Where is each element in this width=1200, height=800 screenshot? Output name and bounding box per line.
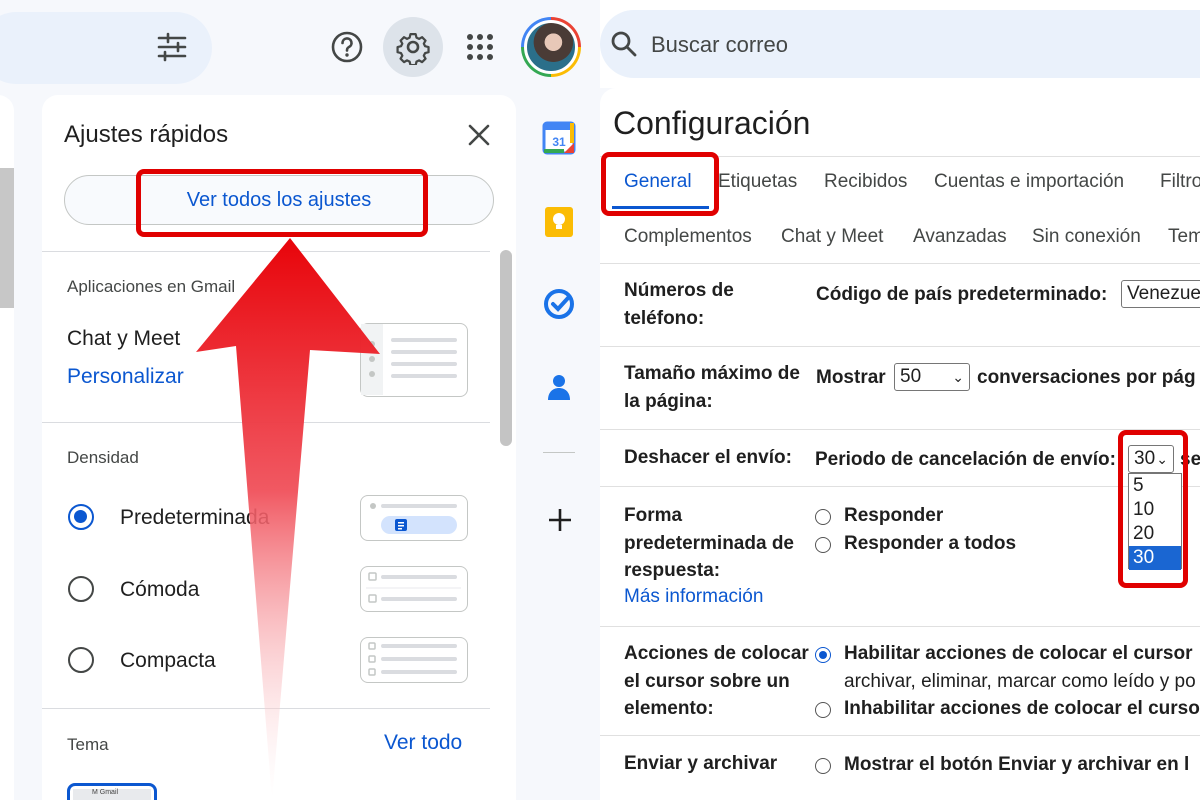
- highlight-box: [601, 152, 719, 216]
- tab-themes[interactable]: Tem: [1168, 226, 1200, 248]
- density-comfortable-label[interactable]: Cómoda: [120, 578, 199, 602]
- close-icon[interactable]: [466, 122, 492, 148]
- reply-label-line1: Forma: [624, 505, 683, 526]
- calendar-day-text: 31: [552, 135, 566, 149]
- rail-divider: [543, 452, 575, 453]
- settings-card: Configuración General Etiquetas Recibido…: [600, 88, 1200, 800]
- hover-enable-radio[interactable]: [815, 647, 831, 663]
- reply-option-label[interactable]: Responder: [844, 505, 943, 527]
- highlight-box: [1118, 430, 1188, 588]
- reply-label-line3: respuesta:: [624, 560, 721, 581]
- divider: [600, 486, 1200, 487]
- tab-labels[interactable]: Etiquetas: [718, 171, 797, 193]
- quick-settings-title: Ajustes rápidos: [64, 121, 229, 148]
- google-tasks-icon[interactable]: [542, 287, 576, 321]
- tab-chat-meet[interactable]: Chat y Meet: [781, 226, 883, 248]
- settings-button[interactable]: [383, 17, 443, 77]
- chat-meet-label: Chat y Meet: [67, 327, 181, 350]
- red-arrow-annotation: [196, 238, 380, 800]
- send-archive-radio[interactable]: [815, 758, 831, 774]
- tab-inbox[interactable]: Recibidos: [824, 171, 907, 193]
- tab-filters[interactable]: Filtro: [1160, 171, 1200, 193]
- divider: [600, 626, 1200, 627]
- tab-addons[interactable]: Complementos: [624, 226, 752, 248]
- settings-container: Configuración General Etiquetas Recibido…: [600, 88, 1200, 800]
- page-size-label-line2: la página:: [624, 390, 713, 412]
- hover-disable-radio[interactable]: [815, 702, 831, 718]
- density-default-radio[interactable]: [68, 504, 94, 530]
- page-size-row-label: Tamaño máximo de la página:: [624, 360, 800, 415]
- undo-send-field-label: Periodo de cancelación de envío:: [815, 449, 1116, 470]
- hover-row-label: Acciones de colocar el cursor sobre un e…: [624, 640, 809, 723]
- send-archive-option-label[interactable]: Mostrar el botón Enviar y archivar en l: [844, 754, 1189, 776]
- tab-advanced[interactable]: Avanzadas: [913, 226, 1007, 248]
- theme-thumb-text: M Gmail: [92, 789, 119, 796]
- page-size-prefix: Mostrar: [816, 367, 886, 388]
- chevron-down-icon: ⌄: [952, 369, 964, 385]
- gmail-quick-settings-screen: Ajustes rápidos Ver todos los ajustes Ap…: [0, 0, 600, 800]
- divider: [600, 735, 1200, 736]
- hover-disable-label[interactable]: Inhabilitar acciones de colocar el curso: [844, 698, 1200, 720]
- gear-icon: [396, 33, 430, 65]
- hover-label-line2: el cursor sobre un: [624, 670, 790, 692]
- reply-all-radio[interactable]: [815, 537, 831, 553]
- country-code-select[interactable]: Venezue: [1121, 280, 1200, 308]
- mail-list-scrollbar[interactable]: [0, 168, 14, 308]
- highlight-box: [136, 169, 428, 237]
- country-code-value: Venezue: [1127, 283, 1200, 304]
- google-keep-icon[interactable]: [542, 205, 576, 239]
- reply-all-option-label[interactable]: Responder a todos: [844, 533, 1016, 555]
- google-apps-icon[interactable]: [466, 33, 494, 61]
- divider: [600, 263, 1200, 264]
- tab-accounts-import[interactable]: Cuentas e importación: [934, 171, 1124, 193]
- account-avatar[interactable]: [521, 17, 581, 77]
- send-archive-label: Enviar y archivar: [624, 753, 778, 774]
- reply-radio[interactable]: [815, 509, 831, 525]
- hover-enable-label[interactable]: Habilitar acciones de colocar el cursor: [844, 643, 1192, 665]
- theme-label: Tema: [67, 735, 109, 754]
- page-size-suffix: conversaciones por pág: [977, 367, 1196, 388]
- undo-send-label: Deshacer el envío:: [624, 447, 792, 468]
- search-placeholder[interactable]: Buscar correo: [651, 32, 788, 58]
- page-size-select[interactable]: 50 ⌄: [894, 363, 970, 391]
- density-compact-radio[interactable]: [68, 647, 94, 673]
- theme-see-all-link[interactable]: Ver todo: [384, 731, 462, 755]
- page-size-label-line1: Tamaño máximo de: [624, 363, 800, 384]
- contacts-icon[interactable]: [542, 370, 576, 404]
- page-size-value: 50: [900, 366, 922, 387]
- hover-label-line3: elemento:: [624, 698, 714, 719]
- customize-link[interactable]: Personalizar: [67, 365, 184, 389]
- gmail-settings-screen: Buscar correo Configuración General Etiq…: [600, 0, 1200, 800]
- more-info-link[interactable]: Más información: [624, 586, 763, 608]
- hover-enable-description: archivar, eliminar, marcar como leído y …: [844, 671, 1196, 692]
- divider: [600, 346, 1200, 347]
- reply-row-label: Forma predeterminada de respuesta:: [624, 502, 794, 585]
- density-comfortable-radio[interactable]: [68, 576, 94, 602]
- search-bar[interactable]: Buscar correo: [600, 10, 1200, 78]
- tab-offline[interactable]: Sin conexión: [1032, 226, 1141, 248]
- add-icon[interactable]: [545, 505, 575, 535]
- quick-settings-scrollbar[interactable]: [500, 250, 512, 446]
- divider: [600, 429, 1200, 430]
- page-title: Configuración: [613, 105, 811, 141]
- phone-row-label: Números de teléfono:: [624, 277, 734, 332]
- density-label: Densidad: [67, 448, 139, 467]
- google-calendar-icon[interactable]: 31: [542, 121, 576, 155]
- phone-label-line1: Números de: [624, 280, 734, 301]
- country-code-label: Código de país predeterminado:: [816, 284, 1108, 305]
- help-icon[interactable]: [330, 30, 364, 64]
- reply-label-line2: predeterminada de: [624, 532, 794, 554]
- search-options-icon[interactable]: [156, 32, 188, 62]
- theme-thumbnail[interactable]: M Gmail: [67, 783, 157, 800]
- hover-label-line1: Acciones de colocar: [624, 643, 809, 664]
- phone-label-line2: teléfono:: [624, 307, 705, 329]
- search-icon[interactable]: [610, 30, 638, 58]
